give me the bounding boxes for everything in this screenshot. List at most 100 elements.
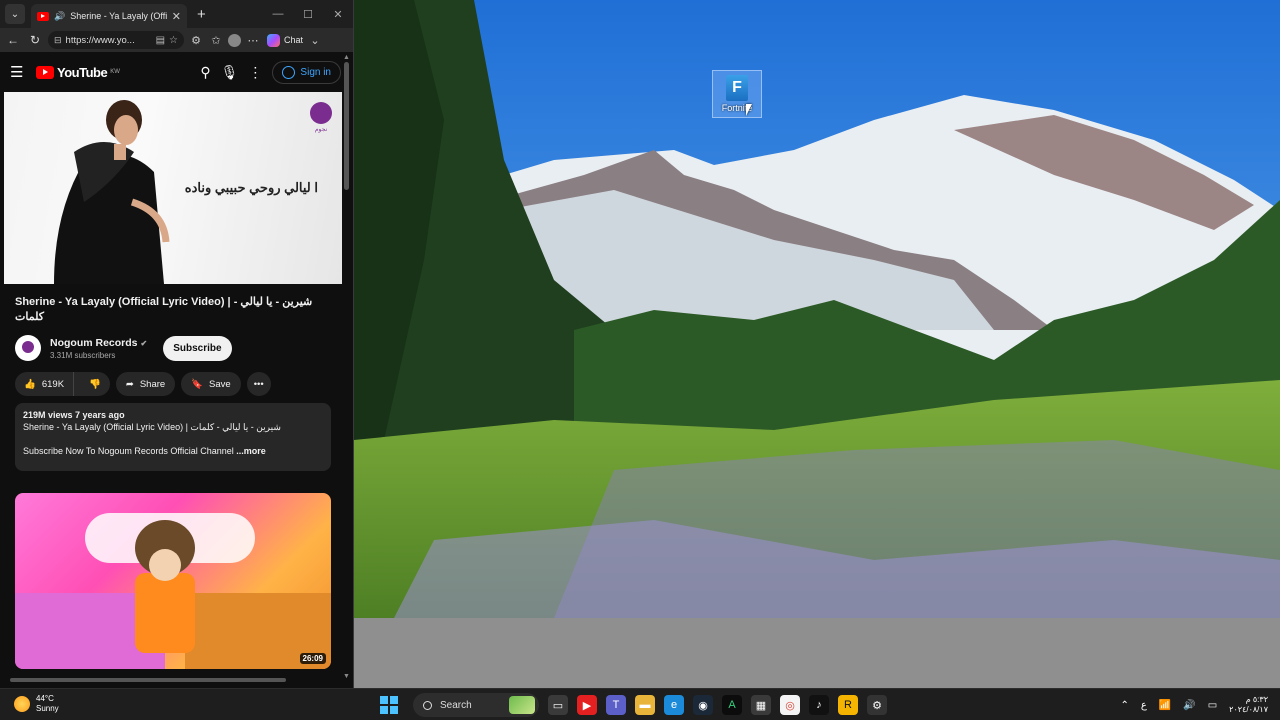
wifi-icon[interactable]: 📶	[1159, 700, 1171, 711]
show-hidden-icons-chevron-icon[interactable]: ⌃	[1120, 700, 1128, 711]
back-arrow-icon[interactable]: ←	[4, 33, 22, 47]
favorites-icon[interactable]: ✩	[208, 34, 224, 47]
input-language[interactable]: ع	[1141, 700, 1147, 711]
text-editor-icon[interactable]: A	[722, 695, 742, 715]
like-dislike-group: 👍 619K 👎	[15, 372, 110, 396]
tab-list-chevron-icon[interactable]: ⌄	[5, 4, 25, 24]
window-controls: — ☐ ✕	[263, 0, 353, 28]
settings-gear-icon[interactable]: ⚙	[867, 695, 887, 715]
close-window-icon[interactable]: ✕	[323, 8, 353, 21]
site-info-icon[interactable]: ⊟	[54, 35, 62, 46]
rockstar-icon[interactable]: R	[838, 695, 858, 715]
youtube-logo[interactable]: YouTube KW	[36, 65, 120, 80]
weather-widget[interactable]: 44°C Sunny	[14, 694, 59, 714]
search-icon	[423, 700, 432, 710]
search-highlight-image	[509, 696, 535, 714]
subscribe-button[interactable]: Subscribe	[163, 335, 232, 361]
tab-bar: ⌄ 🔊 Sherine - Ya Layaly (Official Ly ✕ +…	[0, 0, 353, 28]
store-icon[interactable]: ▦	[751, 695, 771, 715]
browser-window: ⌄ 🔊 Sherine - Ya Layaly (Official Ly ✕ +…	[0, 0, 354, 688]
clock[interactable]: ٥:٣٢ م ٢٠٢٤/٠٨/١٧	[1229, 695, 1268, 715]
more-menu-icon[interactable]: ⋯	[245, 34, 261, 47]
sun-icon	[14, 696, 30, 712]
profile-avatar[interactable]	[228, 33, 241, 47]
weather-temp: 44°C	[36, 694, 54, 703]
tab-youtube[interactable]: 🔊 Sherine - Ya Layaly (Official Ly ✕	[31, 4, 187, 28]
like-button[interactable]: 👍 619K	[15, 372, 75, 396]
more-horizontal-icon: •••	[253, 378, 264, 390]
copilot-chat-button[interactable]: Chat	[267, 33, 304, 47]
video-title: Sherine - Ya Layaly (Official Lyric Vide…	[15, 296, 313, 323]
teams-icon[interactable]: T	[606, 695, 626, 715]
weather-text: 44°C Sunny	[36, 694, 59, 714]
vertical-scrollbar[interactable]: ▲ ▼	[343, 54, 351, 680]
chevron-down-icon[interactable]: ⌄	[307, 34, 323, 47]
channel-name[interactable]: Nogoum Records ✔	[50, 337, 147, 349]
steam-icon[interactable]: ◉	[693, 695, 713, 715]
battery-icon[interactable]: ▭	[1208, 700, 1217, 711]
windows-start-icon[interactable]	[380, 696, 398, 714]
edge-icon[interactable]: e	[664, 695, 684, 715]
video-player[interactable]: نجوم ا ليالي روحي حبيبي وناده	[4, 92, 342, 284]
channel-info: Nogoum Records ✔ 3.31M subscribers	[50, 337, 147, 360]
reader-icon[interactable]: ▤	[156, 35, 165, 46]
refresh-icon[interactable]: ↻	[26, 33, 44, 47]
sign-in-button[interactable]: Sign in	[272, 60, 341, 84]
fortnite-icon: F	[726, 75, 748, 101]
scroll-down-icon[interactable]: ▼	[343, 673, 350, 680]
speaker-icon[interactable]: 🔊	[54, 11, 65, 22]
tiktok-icon[interactable]: ♪	[809, 695, 829, 715]
view-count-date: 219M views 7 years ago	[23, 410, 125, 420]
browser-toolbar: ← ↻ ⊟ https://www.yo... ▤ ☆ ⚙ ✩ ⋯ Chat ⌄	[0, 28, 353, 52]
scrollbar-thumb[interactable]	[344, 62, 349, 190]
channel-avatar[interactable]	[15, 335, 41, 361]
extensions-icon[interactable]: ⚙	[188, 34, 204, 47]
share-button[interactable]: ➦ Share	[115, 372, 176, 396]
scroll-up-icon[interactable]: ▲	[343, 54, 350, 61]
description-box[interactable]: 219M views 7 years ago Sherine - Ya Laya…	[15, 403, 331, 471]
header-actions: ⚲ 🎙 ⋮ Sign in	[200, 60, 341, 84]
new-tab-plus-icon[interactable]: +	[197, 6, 206, 23]
maximize-icon[interactable]: ☐	[293, 8, 323, 21]
dislike-button[interactable]: 👎	[80, 379, 110, 390]
share-label: Share	[139, 378, 166, 390]
search-label: Search	[440, 699, 472, 711]
show-more-link[interactable]: ...more	[236, 446, 266, 456]
desktop-shortcut-fortnite[interactable]: F Fortnite	[712, 70, 762, 118]
hamburger-menu-icon[interactable]: ☰	[10, 63, 36, 81]
copilot-icon	[267, 33, 280, 47]
search-icon[interactable]: ⚲	[200, 64, 210, 81]
youtube-play-icon	[36, 65, 54, 79]
save-button[interactable]: 🔖 Save	[181, 372, 241, 396]
favorite-star-icon[interactable]: ☆	[169, 35, 178, 46]
chat-label: Chat	[284, 35, 304, 45]
recommended-video-thumbnail[interactable]: 26:09	[15, 493, 331, 669]
desktop: F Fortnite	[354, 0, 1280, 688]
microphone-icon[interactable]: 🎙	[221, 64, 239, 81]
account-icon	[282, 65, 296, 79]
close-tab-icon[interactable]: ✕	[172, 10, 181, 23]
more-actions-button[interactable]: •••	[246, 372, 271, 396]
share-icon: ➦	[125, 378, 134, 390]
chrome-icon[interactable]: ◎	[780, 695, 800, 715]
youtube-app-icon[interactable]: ▶	[577, 695, 597, 715]
thumbs-down-icon: 👎	[89, 378, 101, 390]
channel-row: Nogoum Records ✔ 3.31M subscribers Subscr…	[15, 333, 337, 363]
horizontal-scrollbar-thumb[interactable]	[10, 678, 286, 682]
country-code: KW	[110, 68, 120, 75]
horizontal-scrollbar[interactable]	[4, 676, 344, 683]
address-bar[interactable]: ⊟ https://www.yo... ▤ ☆	[48, 31, 184, 49]
description-snippet: Subscribe Now To Nogoum Records Official…	[23, 446, 323, 456]
kebab-menu-icon[interactable]: ⋮	[248, 64, 262, 81]
thumbs-up-icon: 👍	[24, 378, 36, 390]
taskbar-search[interactable]: Search	[413, 693, 539, 717]
file-explorer-icon[interactable]: ▬	[635, 695, 655, 715]
desktop-empty-area	[354, 618, 1280, 688]
address-text: https://www.yo...	[65, 34, 135, 46]
task-view-icon[interactable]: ▭	[548, 695, 568, 715]
lyric-overlay: ا ليالي روحي حبيبي وناده	[184, 180, 318, 195]
youtube-header: ☰ YouTube KW ⚲ 🎙 ⋮ Sign in	[0, 52, 353, 92]
description-snippet-text: Subscribe Now To Nogoum Records Official…	[23, 446, 234, 456]
minimize-icon[interactable]: —	[263, 8, 293, 20]
volume-icon[interactable]: 🔊	[1183, 700, 1195, 711]
